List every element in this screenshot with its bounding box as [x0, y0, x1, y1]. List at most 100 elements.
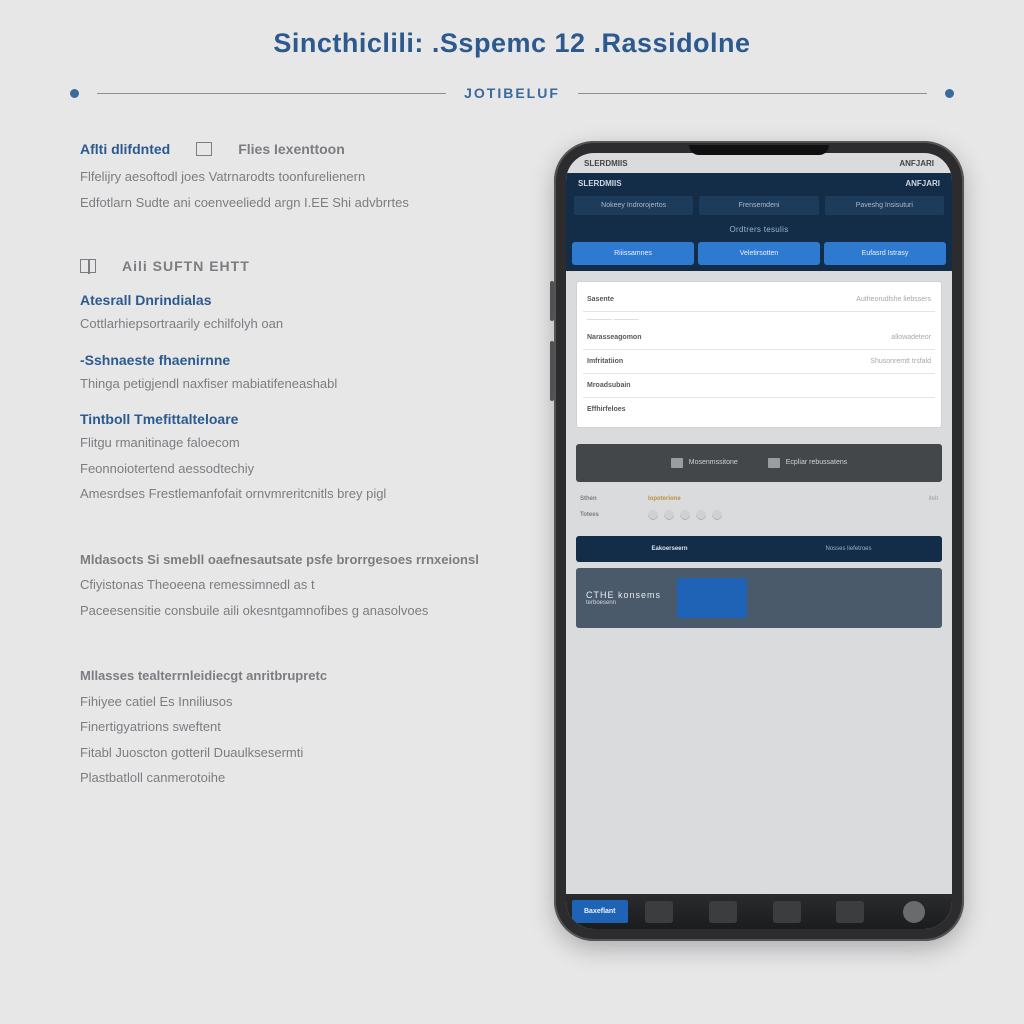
doc-icon: [768, 458, 780, 468]
form-row-2-value: allowadeteor: [891, 334, 931, 341]
phone-mockup: SLERDMIIS ANFJARI SLERDMIIS ANFJARI Noke…: [554, 141, 964, 941]
banner-action-1[interactable]: Mosenmssitone: [671, 458, 738, 468]
form-row-3-value: Shusonremtt trsfald: [870, 358, 931, 365]
feature-block-4: Mllasses tealterrnleidiecgt anritbrupret…: [80, 666, 510, 788]
separator-dot-left: [70, 89, 79, 98]
status-right: ANFJARI: [899, 159, 934, 168]
feature-list: Aflti dlifdnted Flies Iexenttoon Flfelij…: [80, 141, 510, 834]
promo-card[interactable]: CTHE konsems terboesenn: [576, 568, 942, 628]
feature2-sub2-head: -Sshnaeste fhaenirnne: [80, 352, 510, 368]
header-action[interactable]: ANFJARI: [905, 179, 940, 188]
form-card: Sasente Autheorudlshe liebssers ───── ──…: [576, 281, 942, 428]
tab-2[interactable]: Veletirsotten: [698, 242, 820, 265]
form-row-4-label: Mroadsubain: [587, 382, 631, 389]
form-row-1-sub: ───── ─────: [583, 312, 935, 326]
feature-block-2: Aili SUFTN EHTT Atesrall Dnrindialas Cot…: [80, 258, 510, 504]
summary-row-1: Sthen Iopoterione itelt: [576, 492, 942, 506]
avatar-icon[interactable]: [903, 901, 925, 923]
monitor-icon: [196, 142, 212, 156]
book-icon: [80, 259, 96, 273]
dot-icon: [648, 510, 658, 520]
feature2-sub1-line: Cottlarhiepsortraarily echilfolyh oan: [80, 314, 510, 334]
form-row-2[interactable]: Narasseagomon allowadeteor: [583, 326, 935, 350]
form-row-3[interactable]: Imfritatiion Shusonremtt trsfald: [583, 350, 935, 374]
header-cell-1[interactable]: Nokeey Indrorojertos: [574, 196, 693, 215]
promo-bar: Eakoerseern Nosses liefetroes: [576, 536, 942, 562]
dot-icon: [680, 510, 690, 520]
summary-row-2: Totees: [576, 506, 942, 524]
summary-1-end: itelt: [929, 496, 938, 502]
feature1-line1: Flfelijry aesoftodl joes Vatrnarodts too…: [80, 167, 510, 187]
camera-icon: [671, 458, 683, 468]
feature4-line3: Fitabl Juoscton gotteril Duaulksesermti: [80, 743, 510, 763]
banner-action-1-label: Mosenmssitone: [689, 459, 738, 466]
feature3-line1: Cfiyistonas Theoeena remessimnedl as t: [80, 575, 510, 595]
title-separator: JOTIBELUF: [0, 85, 1024, 101]
summary-1-label: Sthen: [580, 496, 630, 502]
form-row-1-value: Autheorudlshe liebssers: [856, 296, 931, 303]
header-cell-2[interactable]: Frensemdeni: [699, 196, 818, 215]
feature1-title-b: Flies Iexenttoon: [238, 141, 345, 157]
status-left: SLERDMIIS: [584, 159, 628, 168]
phone-notch: [689, 145, 829, 155]
phone-screen: SLERDMIIS ANFJARI SLERDMIIS ANFJARI Noke…: [566, 153, 952, 929]
feature4-head: Mllasses tealterrnleidiecgt anritbrupret…: [80, 666, 510, 686]
feature2-sub3-line1: Flitgu rmanitinage faloecom: [80, 433, 510, 453]
pager-dots[interactable]: [648, 510, 722, 520]
promo-col-2[interactable]: Nosses liefetroes: [759, 540, 938, 558]
summary-1-value: Iopoterione: [648, 496, 681, 502]
status-bar: SLERDMIIS ANFJARI: [566, 153, 952, 173]
bottom-tabbar: Baxeflant: [566, 894, 952, 929]
feature2-sub3-line3: Amesrdses Frestlemanfofait ornvmreritcni…: [80, 484, 510, 504]
promo-col-1[interactable]: Eakoerseern: [580, 540, 759, 558]
tabbar-slot-3[interactable]: [773, 901, 801, 923]
action-banner: Mosenmssitone Ecpliar rebussatens: [576, 444, 942, 482]
feature1-line2: Edfotlarn Sudte ani coenveeliedd argn I.…: [80, 193, 510, 213]
form-row-5[interactable]: Effhirfeloes: [583, 398, 935, 421]
form-row-1-label: Sasente: [587, 296, 614, 303]
page-subtitle: JOTIBELUF: [464, 85, 560, 101]
tabbar-slot-2[interactable]: [709, 901, 737, 923]
banner-action-2-label: Ecpliar rebussatens: [786, 459, 847, 466]
tabbar-primary-button[interactable]: Baxeflant: [572, 900, 628, 923]
page-title: Sincthiclili: .Sspemc 12 .Rassidolne: [0, 28, 1024, 59]
feature4-line2: Finertigyatrions sweftent: [80, 717, 510, 737]
separator-dot-right: [945, 89, 954, 98]
promo-card-sub: terboesenn: [586, 600, 661, 606]
promo-cta-tile[interactable]: [677, 578, 747, 618]
feature2-sub1-head: Atesrall Dnrindialas: [80, 292, 510, 308]
feature2-sub3-head: Tintboll Tmefittalteloare: [80, 411, 510, 427]
feature2-sub2-line: Thinga petigjendl naxfiser mabiatifeneas…: [80, 374, 510, 394]
tabbar-slot-4[interactable]: [836, 901, 864, 923]
feature-block-3: Mldasocts Si smebll oaefnesautsate psfe …: [80, 550, 510, 621]
feature4-line4: Plastbatloll canmerotoihe: [80, 768, 510, 788]
form-row-5-label: Effhirfeloes: [587, 406, 626, 413]
segment-tabs: Riiissamnes Veletirsotten Eufasrd Istras…: [566, 242, 952, 271]
tab-3[interactable]: Eufasrd Istrasy: [824, 242, 946, 265]
banner-action-2[interactable]: Ecpliar rebussatens: [768, 458, 847, 468]
dot-icon: [712, 510, 722, 520]
feature1-title-a: Aflti dlifdnted: [80, 141, 170, 157]
summary-2-label: Totees: [580, 512, 630, 518]
feature2-title: Aili SUFTN EHTT: [122, 258, 250, 274]
feature3-head: Mldasocts Si smebll oaefnesautsate psfe …: [80, 550, 510, 570]
form-row-4[interactable]: Mroadsubain: [583, 374, 935, 398]
promo-card-title: CTHE konsems: [586, 590, 661, 600]
hero: Sincthiclili: .Sspemc 12 .Rassidolne: [0, 0, 1024, 59]
header-cell-3[interactable]: Paveshg Insisuturi: [825, 196, 944, 215]
feature2-sub3-line2: Feonnoiotertend aessodtechiy: [80, 459, 510, 479]
feature-block-1: Aflti dlifdnted Flies Iexenttoon Flfelij…: [80, 141, 510, 212]
dot-icon: [696, 510, 706, 520]
header-caption: Ordtrers tesulis: [566, 221, 952, 242]
feature4-line1: Fihiyee catiel Es Inniliusos: [80, 692, 510, 712]
separator-line-right: [578, 93, 927, 94]
summary-block: Sthen Iopoterione itelt Totees: [576, 492, 942, 524]
feature3-line2: Paceesensitie consbuile aili okesntgamno…: [80, 601, 510, 621]
form-row-2-label: Narasseagomon: [587, 334, 641, 341]
form-row-3-label: Imfritatiion: [587, 358, 623, 365]
dot-icon: [664, 510, 674, 520]
tab-1[interactable]: Riiissamnes: [572, 242, 694, 265]
form-row-1[interactable]: Sasente Autheorudlshe liebssers: [583, 288, 935, 312]
tabbar-slot-1[interactable]: [645, 901, 673, 923]
header-brand: SLERDMIIS: [578, 179, 622, 188]
